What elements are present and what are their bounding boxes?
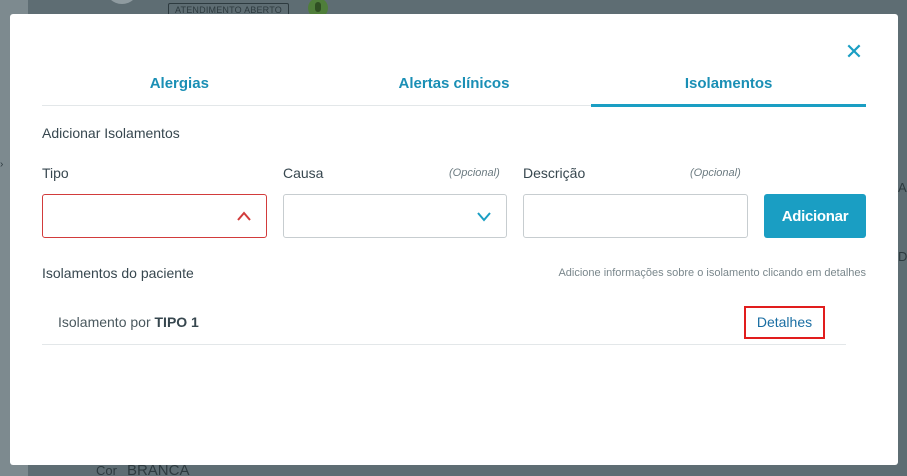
tab-bar: Alergias Alertas clínicos Isolamentos <box>42 70 866 107</box>
add-button[interactable]: Adicionar <box>764 194 866 238</box>
chevron-right-icon: › <box>0 159 4 170</box>
isolation-description: Isolamento por TIPO 1 <box>58 314 199 330</box>
details-button[interactable]: Detalhes <box>744 306 825 339</box>
background-text-fragment: A <box>898 180 907 195</box>
tab-isolamentos[interactable]: Isolamentos <box>591 70 866 107</box>
background-avatar <box>105 0 139 4</box>
chevron-down-icon <box>477 212 491 222</box>
hint-text: Adicione informações sobre o isolamento … <box>558 267 866 279</box>
causa-label: Causa <box>283 165 324 181</box>
background-text-fragment: D <box>898 249 907 264</box>
close-icon[interactable]: ✕ <box>844 41 864 63</box>
list-item: Isolamento por TIPO 1 Detalhes <box>42 298 846 345</box>
isolation-prefix: Isolamento por <box>58 314 151 330</box>
descricao-input[interactable] <box>523 194 748 238</box>
chevron-up-icon <box>237 211 251 221</box>
descricao-optional-label: (Opcional) <box>690 167 741 179</box>
tab-alertas-clinicos[interactable]: Alertas clínicos <box>317 70 592 105</box>
causa-optional-label: (Opcional) <box>449 167 500 179</box>
isolation-type: TIPO 1 <box>154 314 199 330</box>
tipo-select[interactable] <box>42 194 267 238</box>
descricao-label: Descrição <box>523 165 586 181</box>
list-title: Isolamentos do paciente <box>42 265 194 281</box>
isolation-modal: ✕ Alergias Alertas clínicos Isolamentos … <box>10 14 898 465</box>
causa-select[interactable] <box>283 194 507 238</box>
section-title: Adicionar Isolamentos <box>42 125 180 141</box>
tab-alergias[interactable]: Alergias <box>42 70 317 105</box>
tipo-label: Tipo <box>42 165 69 181</box>
